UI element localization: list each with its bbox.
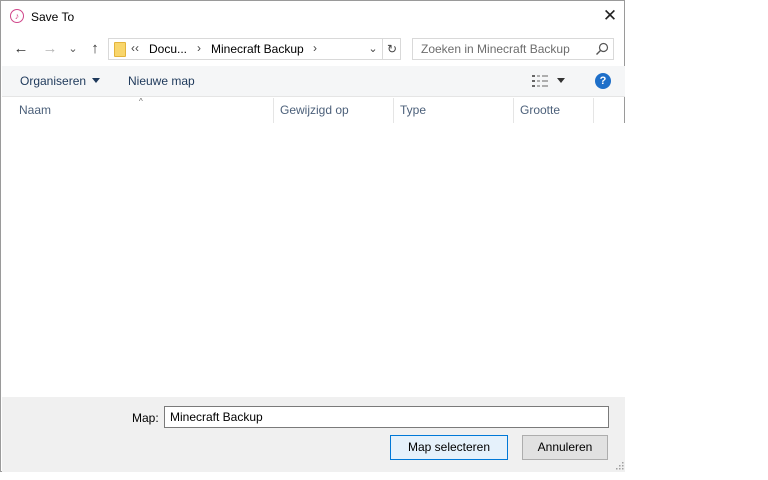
view-details-icon[interactable] (532, 75, 548, 87)
column-header-type[interactable]: Type (394, 98, 514, 123)
column-header-size[interactable]: Grootte (514, 98, 594, 123)
breadcrumb-separator[interactable]: › (197, 41, 201, 55)
forward-button[interactable]: → (41, 37, 59, 61)
close-button[interactable]: ✕ (597, 5, 623, 27)
column-header-modified[interactable]: Gewijzigd op (274, 98, 394, 123)
select-folder-button[interactable]: Map selecteren (390, 435, 508, 460)
view-dropdown-icon[interactable] (557, 78, 565, 83)
address-dropdown-icon[interactable]: ⌄ (364, 40, 382, 58)
search-icon[interactable] (594, 41, 610, 57)
dialog-footer: Map: Map selecteren Annuleren (2, 397, 625, 472)
breadcrumb-overflow[interactable]: ‹‹ (131, 41, 139, 55)
command-bar: Organiseren Nieuwe map ? (2, 66, 625, 97)
new-folder-button[interactable]: Nieuwe map (128, 74, 195, 88)
window-title: Save To (31, 10, 75, 24)
resize-grip-icon[interactable] (614, 460, 624, 470)
recent-locations-button[interactable]: ⌄ (67, 37, 79, 61)
up-button[interactable]: ↑ (86, 37, 104, 61)
folder-label: Map: (132, 411, 159, 425)
cancel-button[interactable]: Annuleren (522, 435, 608, 460)
breadcrumb-minecraft-backup[interactable]: Minecraft Backup (211, 42, 304, 56)
column-header-name[interactable]: Naam (13, 98, 274, 123)
breadcrumb-documents[interactable]: Docu... (149, 42, 187, 56)
organize-label: Organiseren (20, 74, 87, 88)
help-icon[interactable]: ? (595, 73, 611, 89)
file-list[interactable] (2, 123, 625, 397)
save-to-dialog: ♪ Save To ✕ ← → ⌄ ↑ ‹‹ Docu... › Minecra… (0, 0, 625, 472)
address-bar[interactable]: ‹‹ Docu... › Minecraft Backup › ⌄ ↻ (108, 38, 401, 60)
column-headers: Naam Gewijzigd op Type Grootte (2, 98, 625, 123)
refresh-icon[interactable]: ↻ (382, 39, 401, 59)
itunes-icon: ♪ (10, 9, 24, 23)
organize-dropdown-icon (92, 78, 101, 83)
breadcrumb-separator[interactable]: › (313, 41, 317, 55)
folder-icon (114, 42, 126, 57)
title-bar: ♪ Save To ✕ (1, 1, 624, 32)
search-box[interactable] (412, 38, 614, 60)
organize-button[interactable]: Organiseren (20, 74, 101, 88)
folder-name-input[interactable] (164, 406, 609, 428)
search-input[interactable] (413, 39, 599, 59)
back-button[interactable]: ← (12, 37, 30, 61)
